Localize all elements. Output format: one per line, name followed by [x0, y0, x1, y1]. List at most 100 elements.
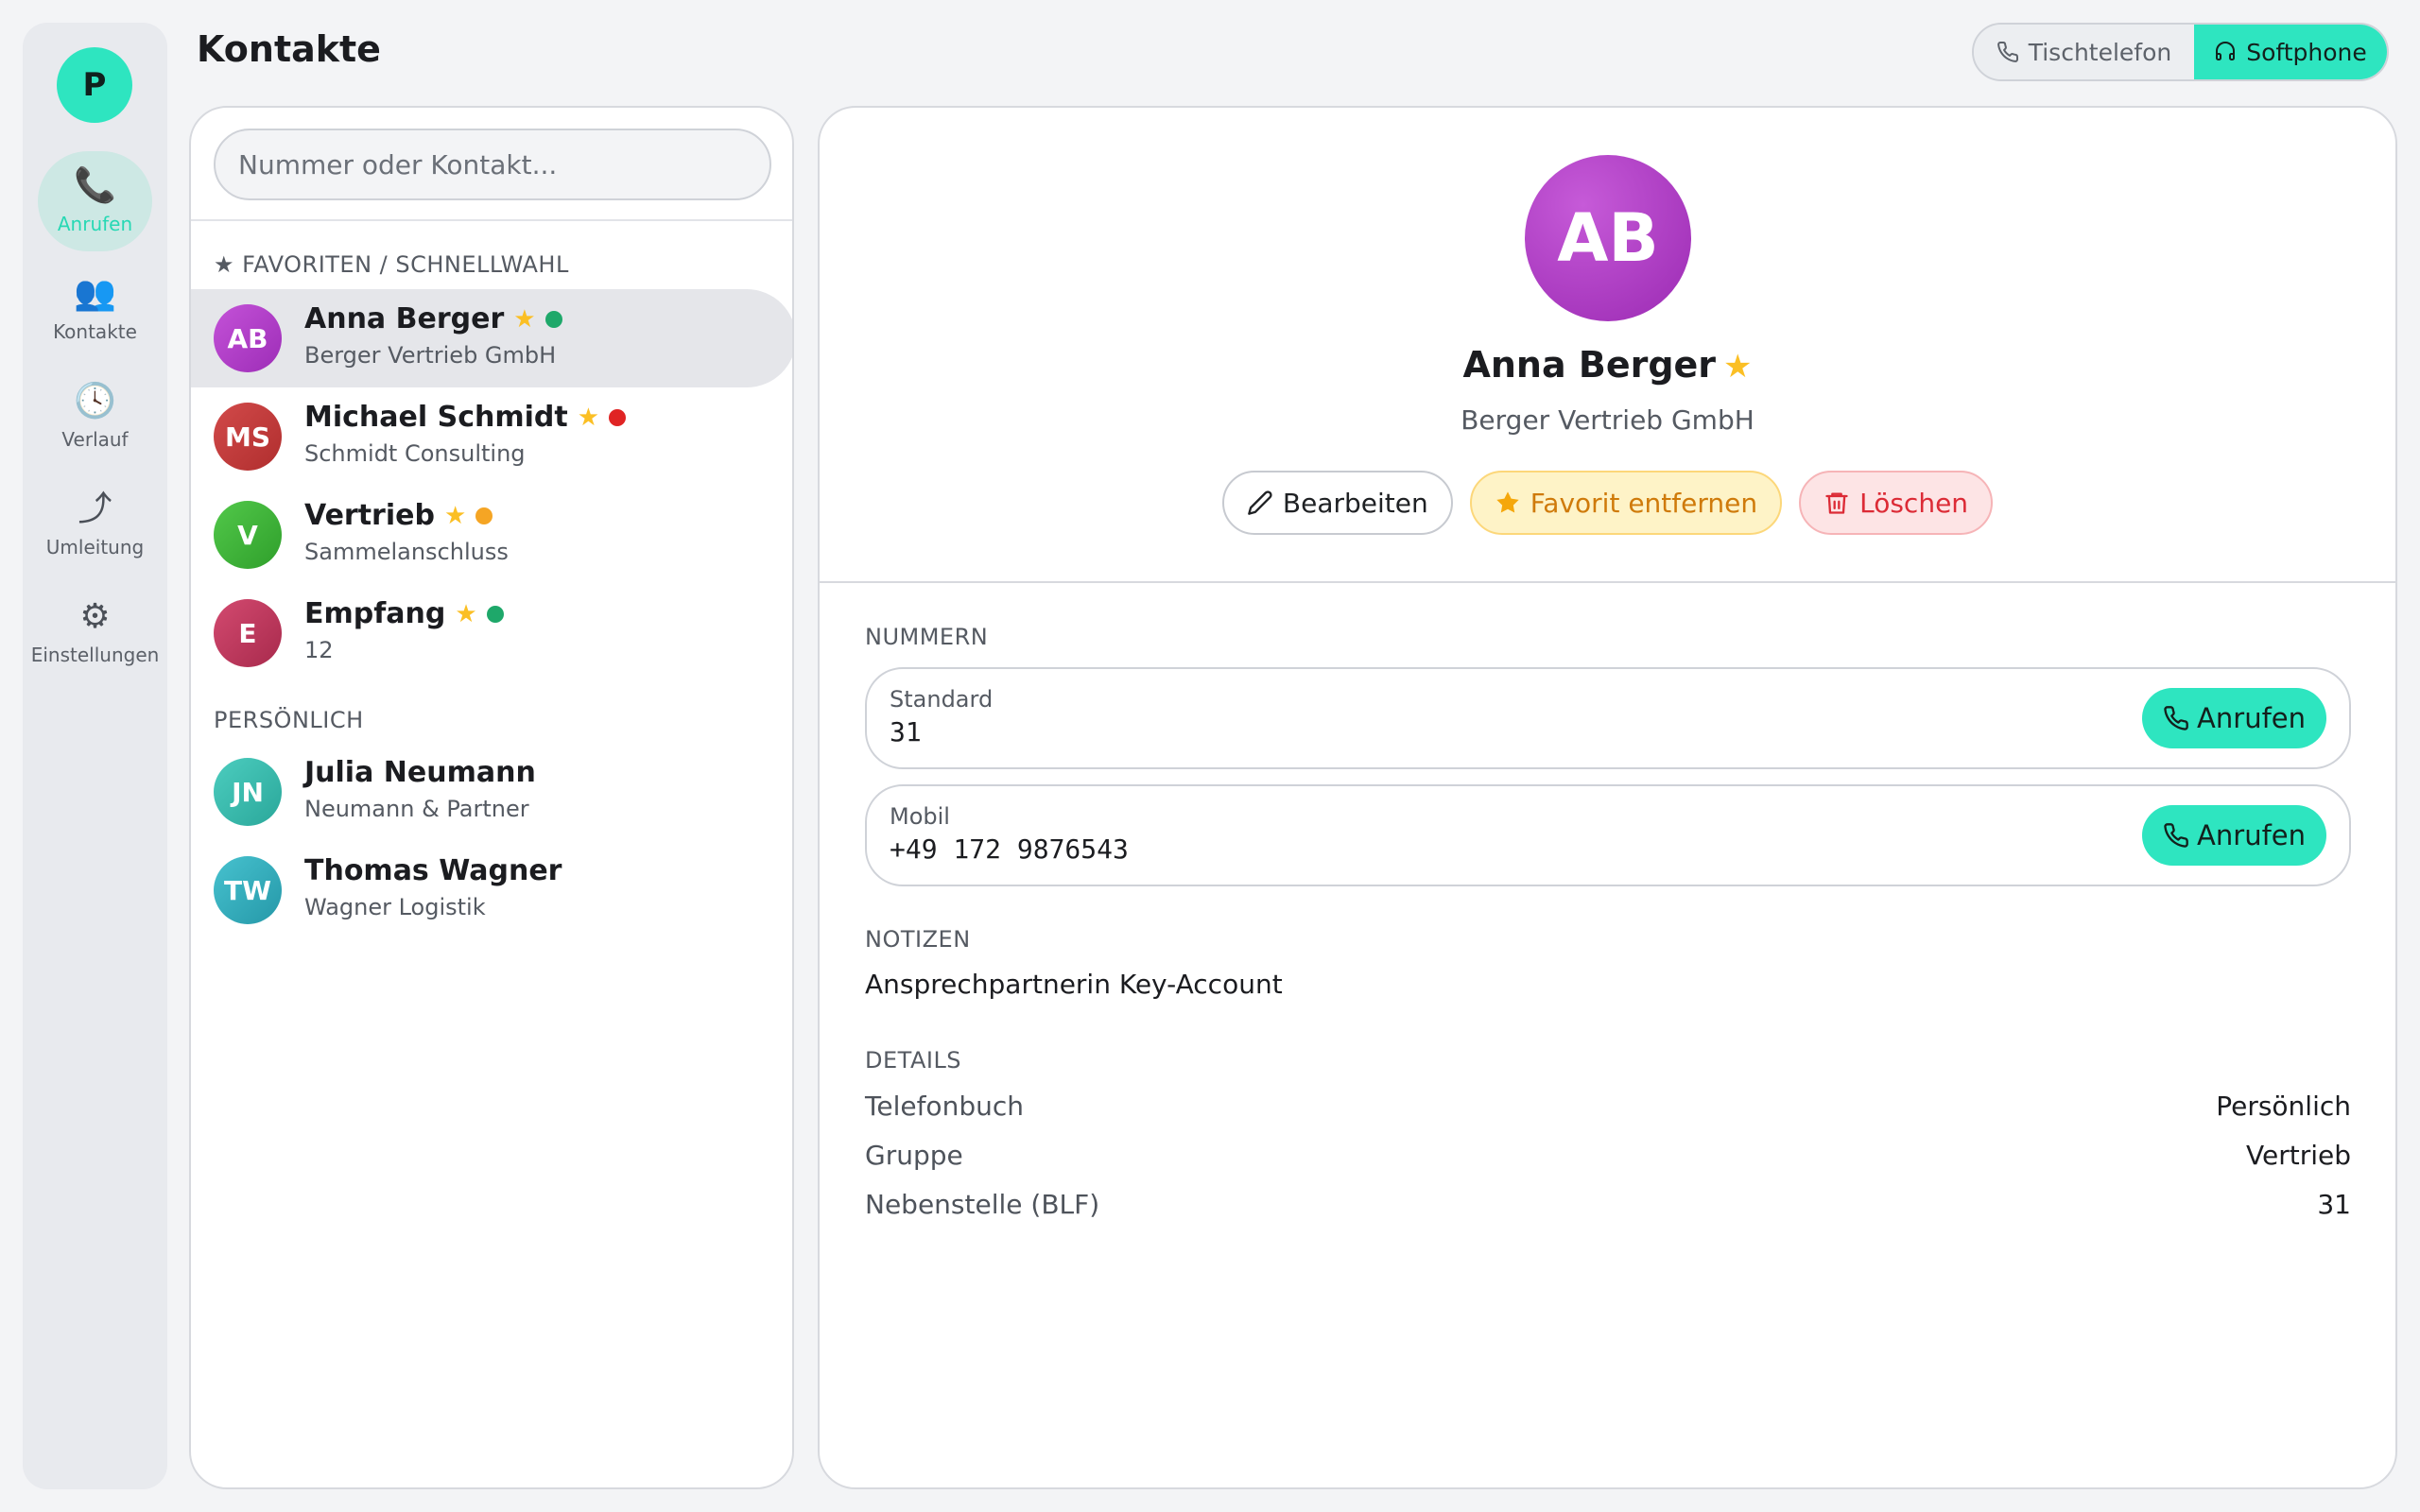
contact-name-text: Michael Schmidt [304, 401, 568, 434]
favorites-heading: ★ FAVORITEN / SCHNELLWAHL [214, 251, 569, 278]
nav-item-kontakte[interactable]: 👥 Kontakte [38, 259, 152, 359]
detail-key: Nebenstelle (BLF) [865, 1189, 1100, 1220]
contact-name: Julia Neumann [304, 756, 536, 789]
contact-detail-panel: AB Anna Berger ★ Berger Vertrieb GmbH Bea… [818, 106, 2397, 1489]
call-button[interactable]: Anrufen [2142, 688, 2326, 748]
contact-company: 12 [304, 637, 334, 663]
contact-row-vertrieb[interactable]: V Vertrieb ★ Sammelanschluss [191, 486, 792, 584]
headset-icon [2216, 42, 2236, 60]
detail-key: Telefonbuch [865, 1091, 1024, 1122]
contact-name-text: Anna Berger [304, 302, 505, 335]
contact-avatar: JN [214, 758, 282, 826]
contact-row-empfang[interactable]: E Empfang ★ 12 [191, 584, 792, 682]
page-title: Kontakte [197, 28, 381, 70]
detail-value: Persönlich [2216, 1091, 2351, 1122]
presence-dot-icon [544, 310, 562, 328]
call-button[interactable]: Anrufen [2142, 805, 2326, 866]
notes-heading: NOTIZEN [865, 926, 971, 953]
contact-name: Empfang ★ [304, 597, 504, 630]
nav-label: Verlauf [61, 428, 129, 451]
call-label: Anrufen [2197, 702, 2306, 734]
phone-icon [2164, 823, 2188, 848]
star-icon: ★ [443, 501, 467, 530]
personal-heading: PERSÖNLICH [214, 707, 364, 733]
phone-icon: 📞 [74, 166, 116, 205]
detail-avatar: AB [1525, 155, 1691, 321]
contact-name: Anna Berger ★ [304, 302, 562, 335]
star-icon: ★ [455, 599, 477, 628]
contact-name-text: Julia Neumann [304, 756, 536, 789]
contact-avatar: TW [214, 856, 282, 924]
fav-label: Favorit entfernen [1530, 487, 1758, 519]
detail-company: Berger Vertrieb GmbH [1461, 404, 1754, 436]
pencil-icon [1248, 490, 1272, 515]
contact-name-text: Thomas Wagner [304, 854, 562, 887]
detail-key: Gruppe [865, 1140, 963, 1171]
detail-row-nebenstelle: Nebenstelle (BLF) 31 [865, 1189, 2351, 1227]
nav-label: Einstellungen [30, 644, 160, 666]
mode-desk-phone-button[interactable]: Tischtelefon [1974, 25, 2194, 79]
search-input[interactable] [214, 129, 771, 200]
contact-name: Michael Schmidt ★ [304, 401, 627, 434]
contact-avatar: MS [214, 403, 282, 471]
mode-softphone-button[interactable]: Softphone [2194, 25, 2387, 79]
nav-label: Anrufen [57, 213, 133, 235]
star-icon: ★ [577, 403, 600, 432]
phone-icon [1996, 41, 2018, 62]
number-card-mobil: Mobil +49 172 9876543 Anrufen [865, 784, 2351, 886]
contact-row-anna-berger[interactable]: AB Anna Berger ★ Berger Vertrieb GmbH [191, 289, 792, 387]
user-avatar[interactable]: P [57, 47, 132, 123]
nav-item-umleitung[interactable]: ⤴ Umleitung [38, 474, 152, 575]
nav-label: Umleitung [45, 536, 145, 558]
detail-actions: Bearbeiten Favorit entfernen Löschen [820, 471, 2395, 535]
detail-row-telefonbuch: Telefonbuch Persönlich [865, 1091, 2351, 1128]
detail-name-text: Anna Berger [1462, 344, 1717, 386]
contact-avatar: AB [214, 304, 282, 372]
nav-item-anrufen[interactable]: 📞 Anrufen [38, 151, 152, 251]
nav-item-einstellungen[interactable]: ⚙ Einstellungen [31, 582, 160, 682]
contact-company: Sammelanschluss [304, 539, 509, 565]
star-icon [1496, 491, 1519, 513]
edit-label: Bearbeiten [1282, 487, 1428, 519]
contact-name: Thomas Wagner [304, 854, 562, 887]
contact-row-michael-schmidt[interactable]: MS Michael Schmidt ★ Schmidt Consulting [191, 387, 792, 486]
edit-button[interactable]: Bearbeiten [1221, 471, 1453, 535]
detail-header: AB Anna Berger ★ Berger Vertrieb GmbH Bea… [820, 108, 2395, 583]
number-value: +49 172 9876543 [890, 833, 1129, 865]
contact-company: Schmidt Consulting [304, 440, 526, 467]
delete-label: Löschen [1859, 487, 1969, 519]
presence-dot-icon [486, 605, 504, 623]
contact-row-julia-neumann[interactable]: JN Julia Neumann Neumann & Partner [191, 743, 792, 841]
phone-icon [2164, 706, 2188, 730]
detail-row-gruppe: Gruppe Vertrieb [865, 1140, 2351, 1177]
details-heading: DETAILS [865, 1047, 962, 1074]
call-label: Anrufen [2197, 819, 2306, 851]
contact-avatar: V [214, 501, 282, 569]
phone-mode-toggle: Tischtelefon Softphone [1972, 23, 2389, 81]
notes-text: Ansprechpartnerin Key-Account [865, 969, 1283, 1000]
number-type: Mobil [890, 803, 950, 830]
star-icon: ★ [1723, 348, 1753, 386]
search-bar [191, 108, 792, 221]
contact-row-thomas-wagner[interactable]: TW Thomas Wagner Wagner Logistik [191, 841, 792, 939]
remove-favorite-button[interactable]: Favorit entfernen [1469, 471, 1783, 535]
presence-dot-icon [609, 408, 627, 426]
contact-name-text: Vertrieb [304, 499, 435, 532]
delete-button[interactable]: Löschen [1799, 471, 1994, 535]
nav-item-verlauf[interactable]: 🕓 Verlauf [38, 367, 152, 467]
contact-company: Neumann & Partner [304, 796, 529, 822]
contact-company: Berger Vertrieb GmbH [304, 342, 557, 369]
contact-avatar: E [214, 599, 282, 667]
clock-icon: 🕓 [74, 382, 116, 421]
number-card-standard: Standard 31 Anrufen [865, 667, 2351, 769]
star-icon: ★ [513, 304, 536, 334]
contact-company: Wagner Logistik [304, 894, 486, 920]
mode-desk-label: Tischtelefon [2028, 38, 2172, 66]
forward-icon: ⤴ [78, 490, 112, 528]
mode-soft-label: Softphone [2246, 38, 2367, 66]
number-type: Standard [890, 686, 994, 713]
contact-name-text: Empfang [304, 597, 446, 630]
contact-name: Vertrieb ★ [304, 499, 493, 532]
sidebar-rail: P 📞 Anrufen 👥 Kontakte 🕓 Verlauf ⤴ Umlei… [23, 23, 167, 1489]
detail-value: 31 [2317, 1189, 2351, 1220]
